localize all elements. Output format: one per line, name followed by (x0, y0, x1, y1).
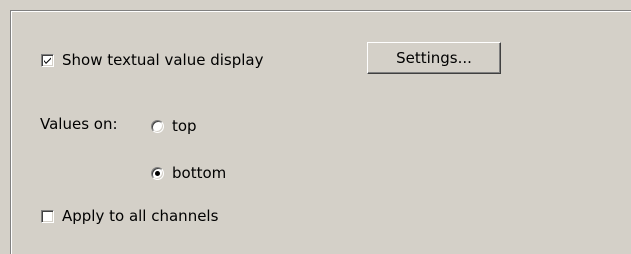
values-on-label: Values on: (40, 115, 118, 133)
show-textual-value-display-label: Show textual value display (62, 51, 264, 69)
apply-to-all-channels-checkbox[interactable] (41, 209, 54, 223)
values-on-bottom-label: bottom (172, 164, 227, 182)
checkmark-icon (44, 57, 51, 64)
show-textual-value-display-checkbox[interactable] (41, 53, 54, 67)
values-on-top-option[interactable]: top (151, 117, 197, 135)
radio-selected-dot (155, 170, 160, 176)
apply-to-all-channels-label: Apply to all channels (62, 207, 219, 225)
show-textual-value-display-option[interactable]: Show textual value display (41, 51, 263, 69)
values-on-bottom-radio[interactable] (151, 166, 164, 180)
values-on-top-radio[interactable] (151, 119, 164, 133)
values-on-bottom-option[interactable]: bottom (151, 164, 226, 182)
apply-to-all-channels-option[interactable]: Apply to all channels (41, 207, 218, 225)
values-on-top-label: top (172, 117, 197, 135)
settings-button[interactable]: Settings... (367, 42, 501, 74)
